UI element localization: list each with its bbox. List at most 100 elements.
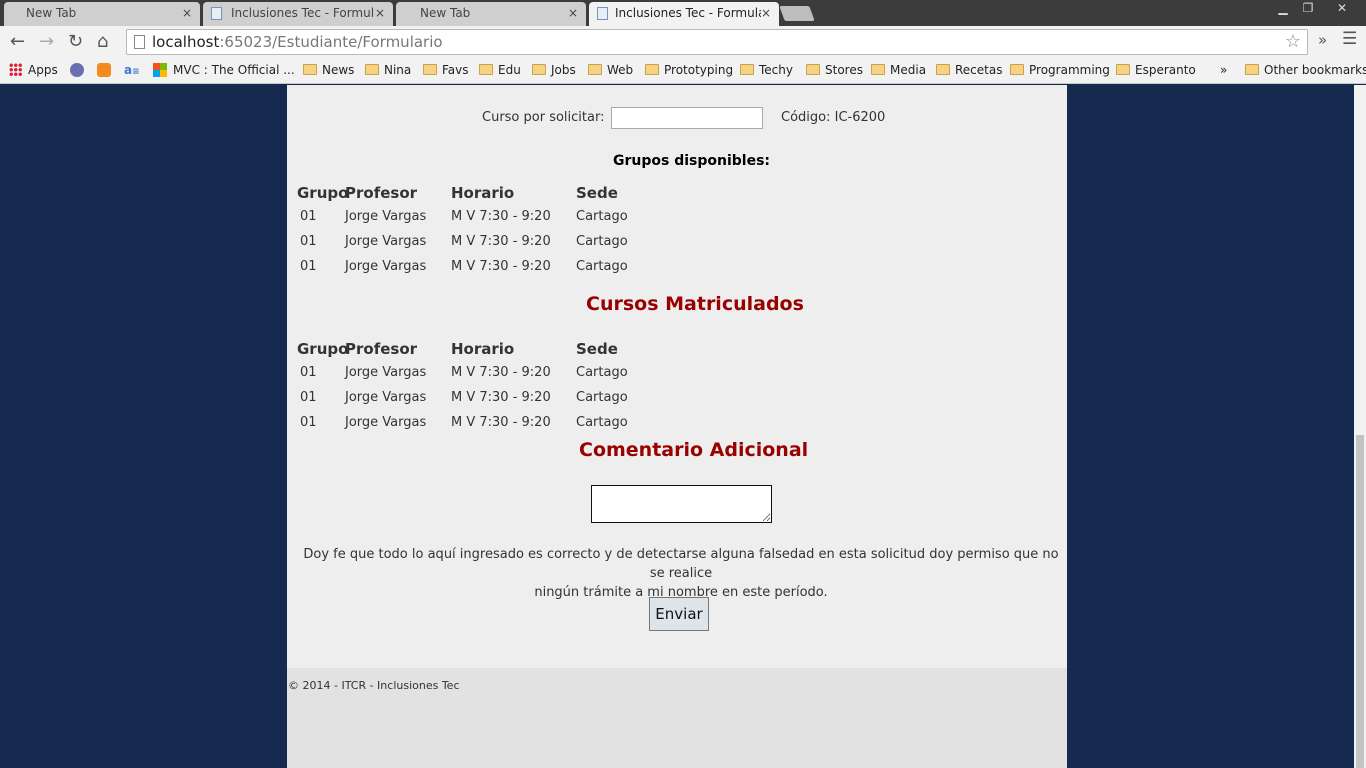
header-profesor: Profesor: [345, 184, 418, 202]
cell-horario: M V 7:30 - 9:20: [451, 415, 551, 430]
bookmark-mvc[interactable]: MVC : The Official ...: [153, 63, 295, 77]
bookmark-folder-nina[interactable]: Nina: [365, 63, 411, 77]
bookmark-label: Programming: [1029, 63, 1110, 77]
bookmark-icon-3[interactable]: a≡: [124, 63, 140, 77]
footer: © 2014 - ITCR - Inclusiones Tec: [287, 668, 1067, 768]
tab-inclusiones-1[interactable]: Inclusiones Tec - Formula ×: [203, 2, 393, 26]
course-code: Código: IC-6200: [781, 110, 886, 125]
tab-new-tab-2[interactable]: New Tab ×: [396, 2, 586, 26]
cell-horario: M V 7:30 - 9:20: [451, 390, 551, 405]
tab-new-tab-1[interactable]: New Tab ×: [4, 2, 200, 26]
forward-arrow-icon[interactable]: →: [39, 31, 54, 52]
orange-logo-icon: [97, 63, 111, 77]
microsoft-logo-icon: [153, 63, 167, 77]
cell-sede: Cartago: [576, 259, 628, 274]
bookmark-folder-recetas[interactable]: Recetas: [936, 63, 1002, 77]
bookmark-folder-prototyping[interactable]: Prototyping: [645, 63, 733, 77]
bookmark-label: Recetas: [955, 63, 1003, 77]
bookmark-folder-favs[interactable]: Favs: [423, 63, 469, 77]
header-horario: Horario: [451, 184, 515, 202]
tab-inclusiones-active[interactable]: Inclusiones Tec - Formula ×: [589, 2, 779, 26]
page-info-icon: [134, 35, 145, 49]
comment-textarea[interactable]: [591, 485, 772, 523]
browser-toolbar: ← → ↻ ⌂ localhost:65023/Estudiante/Formu…: [0, 26, 1366, 58]
bookmark-star-icon[interactable]: ☆: [1285, 31, 1301, 52]
header-grupo: Grupo: [297, 340, 349, 358]
page-background: Curso por solicitar: Código: IC-6200 Gru…: [0, 85, 1366, 768]
folder-icon: [645, 64, 659, 75]
bookmark-folder-esperanto[interactable]: Esperanto: [1116, 63, 1196, 77]
bookmarks-overflow-icon[interactable]: »: [1220, 63, 1227, 77]
groups-title: Grupos disponibles:: [613, 153, 771, 169]
cell-grupo: 01: [300, 209, 317, 224]
bookmark-folder-web[interactable]: Web: [588, 63, 633, 77]
close-window-icon[interactable]: ✕: [1322, 1, 1362, 17]
apps-grid-icon: [9, 63, 22, 76]
cell-profesor: Jorge Vargas: [345, 415, 427, 430]
bookmark-folder-techy[interactable]: Techy: [740, 63, 793, 77]
folder-icon: [479, 64, 493, 75]
browser-titlebar: New Tab × Inclusiones Tec - Formula × Ne…: [0, 0, 1366, 26]
tab-title: New Tab: [26, 6, 77, 20]
extensions-overflow-icon[interactable]: »: [1318, 31, 1327, 49]
bookmark-icon-2[interactable]: [97, 63, 111, 77]
page-icon: [211, 7, 222, 20]
declaration-line-1: Doy fe que todo lo aquí ingresado es cor…: [303, 547, 1059, 581]
cell-grupo: 01: [300, 259, 317, 274]
folder-icon: [1116, 64, 1130, 75]
cell-grupo: 01: [300, 365, 317, 380]
bookmarks-bar: Apps a≡ MVC : The Official ... News Nina…: [0, 58, 1366, 84]
maximize-icon[interactable]: ❐: [1294, 1, 1322, 17]
folder-icon: [303, 64, 317, 75]
folder-icon: [588, 64, 602, 75]
course-input[interactable]: [611, 107, 763, 129]
tab-close-icon[interactable]: ×: [568, 6, 578, 20]
cell-profesor: Jorge Vargas: [345, 365, 427, 380]
url-path: :65023/Estudiante/Formulario: [219, 33, 443, 51]
page-icon: [597, 7, 608, 20]
reload-icon[interactable]: ↻: [68, 31, 83, 52]
tab-close-icon[interactable]: ×: [182, 6, 192, 20]
bookmark-label: Techy: [759, 63, 793, 77]
address-bar[interactable]: localhost:65023/Estudiante/Formulario ☆: [126, 29, 1308, 55]
header-horario: Horario: [451, 340, 515, 358]
minimize-icon[interactable]: ▁: [1269, 1, 1297, 17]
bookmark-folder-programming[interactable]: Programming: [1010, 63, 1110, 77]
bookmark-icon-1[interactable]: [70, 63, 84, 77]
back-arrow-icon[interactable]: ←: [10, 31, 25, 52]
home-icon[interactable]: ⌂: [97, 31, 108, 52]
cell-horario: M V 7:30 - 9:20: [451, 234, 551, 249]
footer-text: © 2014 - ITCR - Inclusiones Tec: [288, 679, 460, 692]
bookmark-label: Stores: [825, 63, 863, 77]
cell-sede: Cartago: [576, 234, 628, 249]
bookmark-label: Apps: [28, 63, 58, 77]
tab-close-icon[interactable]: ×: [375, 6, 385, 20]
new-tab-button[interactable]: [779, 6, 815, 21]
comment-title: Comentario Adicional: [579, 439, 809, 461]
vertical-scrollbar[interactable]: [1354, 85, 1366, 768]
bookmark-folder-media[interactable]: Media: [871, 63, 926, 77]
scrollbar-thumb[interactable]: [1356, 435, 1364, 768]
bookmark-label: Prototyping: [664, 63, 734, 77]
bookmark-label: Media: [890, 63, 927, 77]
submit-button[interactable]: Enviar: [649, 597, 709, 631]
folder-icon: [806, 64, 820, 75]
tab-title: New Tab: [420, 6, 471, 20]
url-host: localhost: [152, 33, 220, 51]
cell-horario: M V 7:30 - 9:20: [451, 209, 551, 224]
menu-icon[interactable]: ☰: [1342, 29, 1357, 49]
bookmark-folder-other[interactable]: Other bookmarks: [1245, 63, 1366, 77]
folder-icon: [532, 64, 546, 75]
cell-horario: M V 7:30 - 9:20: [451, 259, 551, 274]
bookmark-label: Esperanto: [1135, 63, 1196, 77]
bookmark-folder-jobs[interactable]: Jobs: [532, 63, 576, 77]
bookmark-apps[interactable]: Apps: [9, 63, 58, 77]
bookmark-folder-news[interactable]: News: [303, 63, 354, 77]
cell-profesor: Jorge Vargas: [345, 390, 427, 405]
bookmark-folder-stores[interactable]: Stores: [806, 63, 863, 77]
course-label: Curso por solicitar:: [482, 110, 605, 125]
folder-icon: [871, 64, 885, 75]
tab-close-icon[interactable]: ×: [761, 6, 771, 20]
bookmark-folder-edu[interactable]: Edu: [479, 63, 521, 77]
header-profesor: Profesor: [345, 340, 418, 358]
